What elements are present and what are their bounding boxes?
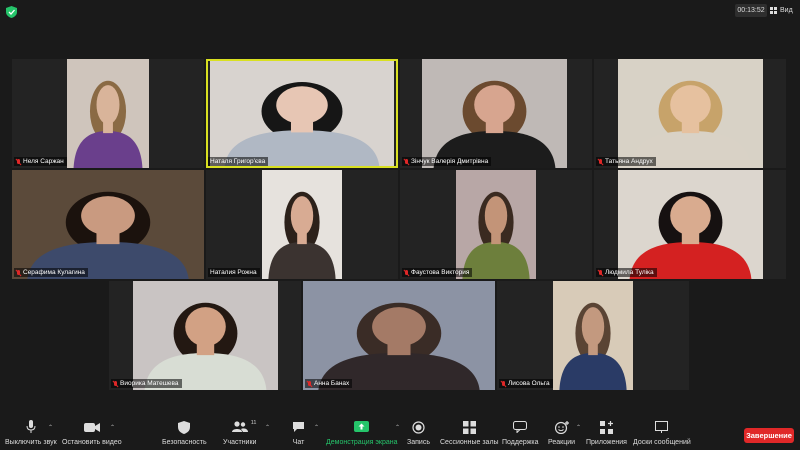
mic-muted-icon: [598, 269, 603, 276]
participant-tile[interactable]: Лисова Ольга: [497, 281, 689, 390]
breakout-rooms-icon: [462, 420, 476, 434]
participant-silhouette: [553, 281, 633, 390]
participant-name: Татьяна Андрух: [596, 157, 656, 166]
reactions-options-chevron-icon[interactable]: ⌃: [576, 424, 581, 431]
smile-plus-icon: [554, 420, 569, 434]
participants-icon: 11: [231, 420, 256, 434]
meeting-timer: 00:13:52: [735, 4, 767, 17]
participant-silhouette: [618, 59, 763, 168]
participant-tile[interactable]: Наталия Рожна: [206, 170, 398, 279]
participant-silhouette: [303, 281, 495, 390]
share-screen-button[interactable]: Демонстрация экрана: [326, 420, 398, 446]
whiteboard-icon: [655, 420, 669, 434]
support-chat-icon: [513, 420, 528, 434]
mute-options-chevron-icon[interactable]: ⌃: [48, 424, 53, 431]
participant-video: [12, 170, 204, 279]
participant-silhouette: [618, 170, 763, 279]
video-options-chevron-icon[interactable]: ⌃: [110, 424, 115, 431]
end-meeting-button[interactable]: Завершение: [744, 428, 794, 443]
security-shield-icon[interactable]: [6, 5, 17, 18]
participant-video: [618, 59, 763, 168]
participant-name: Людмила Тулiка: [596, 268, 657, 277]
whiteboards-button[interactable]: Доски сообщений: [633, 420, 691, 446]
support-button[interactable]: Поддержка: [502, 420, 539, 446]
participant-video: [422, 59, 567, 168]
participant-tile[interactable]: Серафима Кулагина: [12, 170, 204, 279]
record-icon: [412, 420, 425, 434]
participant-name: Анна Банах: [305, 379, 353, 388]
participant-video: [133, 281, 278, 390]
participant-silhouette: [210, 61, 394, 166]
mic-muted-icon: [16, 158, 21, 165]
participant-video: [618, 170, 763, 279]
breakout-rooms-button[interactable]: Сессионные залы: [440, 420, 499, 446]
mic-muted-icon: [501, 380, 506, 387]
participant-tile[interactable]: Анна Банах: [303, 281, 495, 390]
apps-icon: [599, 420, 613, 434]
participant-video: [210, 61, 394, 166]
participant-tile[interactable]: Виорика Матешева: [109, 281, 301, 390]
gallery-row-3: Виорика Матешева Анна Банах Лисова Ольга: [109, 281, 689, 390]
microphone-icon: [26, 420, 36, 434]
participants-count: 11: [250, 420, 257, 426]
participant-silhouette: [133, 281, 278, 390]
grid-view-icon: [770, 7, 777, 14]
mic-muted-icon: [404, 269, 409, 276]
security-shield-icon: [178, 420, 191, 434]
share-options-chevron-icon[interactable]: ⌃: [395, 424, 400, 431]
mic-muted-icon: [598, 158, 603, 165]
video-camera-icon: [83, 420, 100, 434]
chat-button[interactable]: Чат: [292, 420, 305, 446]
participant-name: Наталия Рожна: [208, 268, 260, 277]
participant-name: Серафима Кулагина: [14, 268, 88, 277]
view-label: Вид: [780, 7, 793, 14]
participant-video: [67, 59, 149, 168]
participant-tile-active-speaker[interactable]: Наталя Григор'єва: [206, 59, 398, 168]
mic-muted-icon: [307, 380, 312, 387]
participant-silhouette: [67, 59, 149, 168]
participant-video: [553, 281, 633, 390]
participant-video: [303, 281, 495, 390]
share-screen-icon: [354, 420, 370, 434]
participant-name: Наталя Григор'єва: [208, 157, 269, 166]
gallery-row-1: Неля Саржан Наталя Григор'єва Зінчук Вал…: [12, 59, 786, 168]
participants-button[interactable]: 11 Участники: [223, 420, 256, 446]
participant-silhouette: [12, 170, 204, 279]
participant-video: [456, 170, 536, 279]
participant-name: Фаустова Виктория: [402, 268, 473, 277]
participant-silhouette: [422, 59, 567, 168]
mic-muted-icon: [16, 269, 21, 276]
meeting-toolbar: Выключить звук ⌃ Остановить видео ⌃ Безо…: [0, 417, 800, 450]
security-button[interactable]: Безопасность: [162, 420, 207, 446]
participant-video: [262, 170, 342, 279]
participant-tile[interactable]: Неля Саржан: [12, 59, 204, 168]
participant-tile[interactable]: Татьяна Андрух: [594, 59, 786, 168]
chat-bubble-icon: [292, 420, 305, 434]
participant-name: Лисова Ольга: [499, 379, 553, 388]
record-button[interactable]: Запись: [407, 420, 430, 446]
mic-muted-icon: [113, 380, 118, 387]
gallery-row-2: Серафима Кулагина Наталия Рожна Фаустова…: [12, 170, 786, 279]
participant-name: Виорика Матешева: [111, 379, 182, 388]
mic-muted-icon: [404, 158, 409, 165]
participant-name: Неля Саржан: [14, 157, 67, 166]
participant-tile[interactable]: Людмила Тулiка: [594, 170, 786, 279]
apps-button[interactable]: Приложения: [586, 420, 627, 446]
participant-tile[interactable]: Фаустова Виктория: [400, 170, 592, 279]
participant-tile[interactable]: Зінчук Валерія Дмитрівна: [400, 59, 592, 168]
participants-options-chevron-icon[interactable]: ⌃: [265, 424, 270, 431]
participant-silhouette: [456, 170, 536, 279]
participant-name: Зінчук Валерія Дмитрівна: [402, 157, 492, 166]
reactions-button[interactable]: Реакции: [548, 420, 575, 446]
view-button[interactable]: Вид: [770, 4, 798, 17]
chat-options-chevron-icon[interactable]: ⌃: [314, 424, 319, 431]
participant-silhouette: [262, 170, 342, 279]
